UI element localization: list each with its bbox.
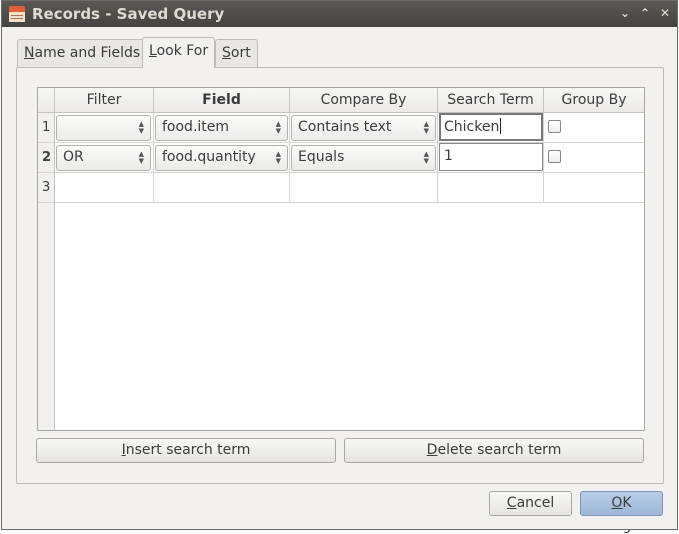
saved-query-dialog: Records - Saved Query ⌄ ⌃ ✕ Name and Fie… xyxy=(1,0,678,530)
group-by-checkbox-row-1[interactable] xyxy=(548,120,561,133)
maximize-button[interactable]: ⌃ xyxy=(637,5,653,21)
spinner-arrows-icon: ▲ ▼ xyxy=(138,120,144,135)
filter-combo-row-1[interactable]: ▲ ▼ xyxy=(56,115,151,141)
column-header-field[interactable]: Field xyxy=(154,88,290,113)
tab-label: ook For xyxy=(156,43,209,59)
window-title: Records - Saved Query xyxy=(32,5,225,23)
search-term-value: 1 xyxy=(444,148,453,164)
records-app-icon xyxy=(9,6,25,22)
row-header-filler xyxy=(38,203,55,430)
column-header-group-by[interactable]: Group By xyxy=(544,88,644,113)
button-label: nsert search term xyxy=(125,442,251,458)
button-label: K xyxy=(622,495,632,511)
table-cell[interactable] xyxy=(290,173,438,203)
search-criteria-table: Filter Field Compare By Search Term Grou… xyxy=(37,87,645,431)
spinner-arrows-icon: ▲ ▼ xyxy=(423,120,429,135)
text-caret xyxy=(500,118,502,134)
spinner-arrows-icon: ▲ ▼ xyxy=(423,150,429,165)
table-cell[interactable] xyxy=(154,173,290,203)
filter-combo-row-2[interactable]: OR ▲ ▼ xyxy=(56,145,151,171)
search-term-input-row-1[interactable]: Chicken xyxy=(439,113,543,141)
tab-mnemonic: N xyxy=(24,45,35,61)
column-header-filter[interactable]: Filter xyxy=(55,88,154,113)
button-mnemonic: O xyxy=(611,495,623,511)
column-header-compare-by[interactable]: Compare By xyxy=(290,88,438,113)
table-cell[interactable] xyxy=(438,173,544,203)
field-combo-row-2[interactable]: food.quantity ▲ ▼ xyxy=(155,145,288,171)
ok-button[interactable]: OK xyxy=(580,491,663,516)
field-value: food.item xyxy=(162,119,230,135)
title-bar[interactable]: Records - Saved Query ⌄ ⌃ ✕ xyxy=(2,1,677,27)
tab-sort[interactable]: Sort xyxy=(215,39,258,67)
row-number[interactable]: 2 xyxy=(38,143,55,173)
cancel-button[interactable]: Cancel xyxy=(489,491,572,516)
compare-by-combo-row-2[interactable]: Equals ▲ ▼ xyxy=(291,145,436,171)
button-label: elete search term xyxy=(437,442,562,458)
compare-by-combo-row-1[interactable]: Contains text ▲ ▼ xyxy=(291,115,436,141)
table-cell[interactable] xyxy=(544,173,644,203)
button-label: ancel xyxy=(516,495,555,511)
filter-value: OR xyxy=(63,149,84,165)
table-cell[interactable] xyxy=(55,173,154,203)
compare-value: Contains text xyxy=(298,119,392,135)
search-term-input-row-2[interactable]: 1 xyxy=(439,143,543,171)
row-number[interactable]: 1 xyxy=(38,113,55,143)
button-mnemonic: D xyxy=(426,442,438,458)
search-term-value: Chicken xyxy=(444,119,500,135)
tab-label: ort xyxy=(230,45,251,61)
tab-mnemonic: S xyxy=(222,45,231,61)
row-number[interactable]: 3 xyxy=(38,173,55,203)
field-combo-row-1[interactable]: food.item ▲ ▼ xyxy=(155,115,288,141)
button-mnemonic: C xyxy=(506,495,517,511)
insert-search-term-button[interactable]: Insert search term xyxy=(36,438,336,463)
tab-look-for[interactable]: Look For xyxy=(142,37,216,68)
compare-value: Equals xyxy=(298,149,345,165)
field-value: food.quantity xyxy=(162,149,256,165)
delete-search-term-button[interactable]: Delete search term xyxy=(344,438,644,463)
tab-name-and-fields[interactable]: Name and Fields xyxy=(17,39,148,67)
column-header-search-term[interactable]: Search Term xyxy=(438,88,544,113)
close-button[interactable]: ✕ xyxy=(657,5,673,21)
spinner-arrows-icon: ▲ ▼ xyxy=(275,120,281,135)
tab-mnemonic: L xyxy=(149,43,157,59)
tab-label: ame and Fields xyxy=(34,45,141,61)
minimize-button[interactable]: ⌄ xyxy=(617,5,633,21)
spinner-arrows-icon: ▲ ▼ xyxy=(138,150,144,165)
table-corner xyxy=(38,88,55,113)
group-by-checkbox-row-2[interactable] xyxy=(548,150,561,163)
spinner-arrows-icon: ▲ ▼ xyxy=(275,150,281,165)
